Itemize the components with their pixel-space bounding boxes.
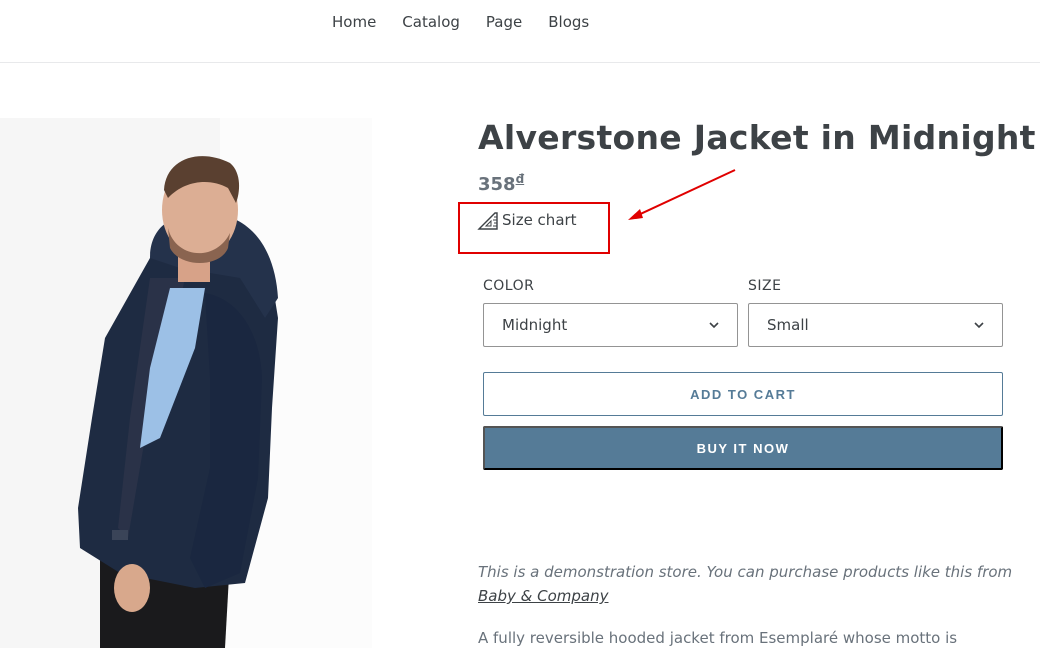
product-title: Alverstone Jacket in Midnight	[478, 118, 1036, 157]
demo-store-notice: This is a demonstration store. You can p…	[478, 560, 1018, 608]
size-select-value: Small	[767, 316, 809, 334]
site-header: Home Catalog Page Blogs	[0, 0, 1040, 63]
product-price: 358đ	[478, 172, 524, 195]
size-option-label: SIZE	[748, 278, 782, 294]
price-value: 358	[478, 174, 516, 195]
annotation-highlight-box	[458, 202, 610, 254]
buy-it-now-button[interactable]: BUY IT NOW	[483, 426, 1003, 470]
chevron-down-icon	[709, 322, 719, 329]
color-select-value: Midnight	[502, 316, 568, 334]
color-select[interactable]: Midnight	[483, 303, 738, 347]
baby-company-link[interactable]: Baby & Company	[478, 587, 608, 605]
nav-catalog-link[interactable]: Catalog	[402, 12, 460, 32]
annotation-arrow	[628, 169, 736, 220]
chevron-down-icon	[974, 322, 984, 329]
color-option-label: COLOR	[483, 278, 535, 294]
add-to-cart-button[interactable]: ADD TO CART	[483, 372, 1003, 416]
main-nav: Home Catalog Page Blogs	[332, 12, 615, 32]
demo-store-text: This is a demonstration store. You can p…	[478, 563, 1013, 581]
size-select[interactable]: Small	[748, 303, 1003, 347]
product-image[interactable]	[0, 118, 372, 648]
nav-blogs-link[interactable]: Blogs	[548, 12, 589, 32]
product-description: A fully reversible hooded jacket from Es…	[478, 629, 958, 647]
nav-page-link[interactable]: Page	[486, 12, 522, 32]
nav-home-link[interactable]: Home	[332, 12, 376, 32]
currency-symbol: đ	[515, 172, 525, 186]
